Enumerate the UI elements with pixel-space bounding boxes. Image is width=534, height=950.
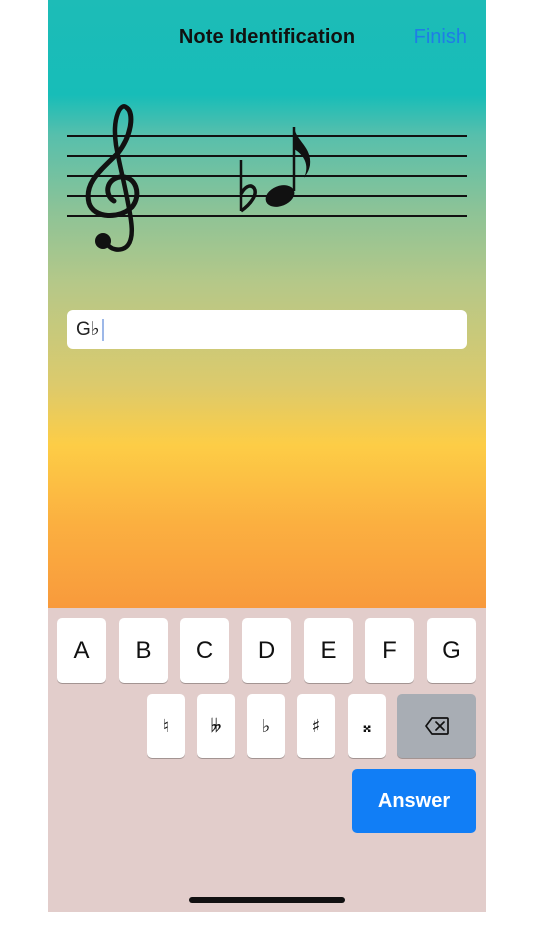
backspace-icon — [424, 717, 449, 735]
key-d[interactable]: D — [242, 618, 291, 683]
answer-button[interactable]: Answer — [352, 769, 476, 833]
key-double-sharp[interactable]: 𝄪 — [348, 694, 386, 758]
key-natural[interactable]: ♮ — [147, 694, 185, 758]
key-sharp[interactable]: ♯ — [297, 694, 335, 758]
key-f[interactable]: F — [365, 618, 414, 683]
treble-clef-icon — [85, 104, 140, 252]
key-a[interactable]: A — [57, 618, 106, 683]
eighth-note-icon — [265, 127, 311, 207]
key-double-flat[interactable]: 𝄫 — [197, 694, 235, 758]
key-c[interactable]: C — [180, 618, 229, 683]
backspace-button[interactable] — [397, 694, 476, 758]
key-e[interactable]: E — [304, 618, 353, 683]
key-g[interactable]: G — [427, 618, 476, 683]
exercise-area: Note Identification Finish G♭ — [48, 0, 486, 608]
note-keyboard: A B C D E F G ♮ 𝄫 ♭ ♯ 𝄪 Answer — [48, 608, 486, 912]
finish-button[interactable]: Finish — [414, 26, 467, 49]
answer-input[interactable]: G♭ — [67, 310, 467, 349]
answer-input-value: G♭ — [76, 319, 100, 340]
home-indicator — [189, 897, 345, 903]
app-screen: Note Identification Finish G♭ A B C D E … — [48, 0, 486, 912]
text-caret — [101, 318, 104, 341]
music-staff — [67, 104, 467, 252]
key-b[interactable]: B — [119, 618, 168, 683]
flat-icon — [239, 160, 257, 213]
key-flat[interactable]: ♭ — [247, 694, 285, 758]
